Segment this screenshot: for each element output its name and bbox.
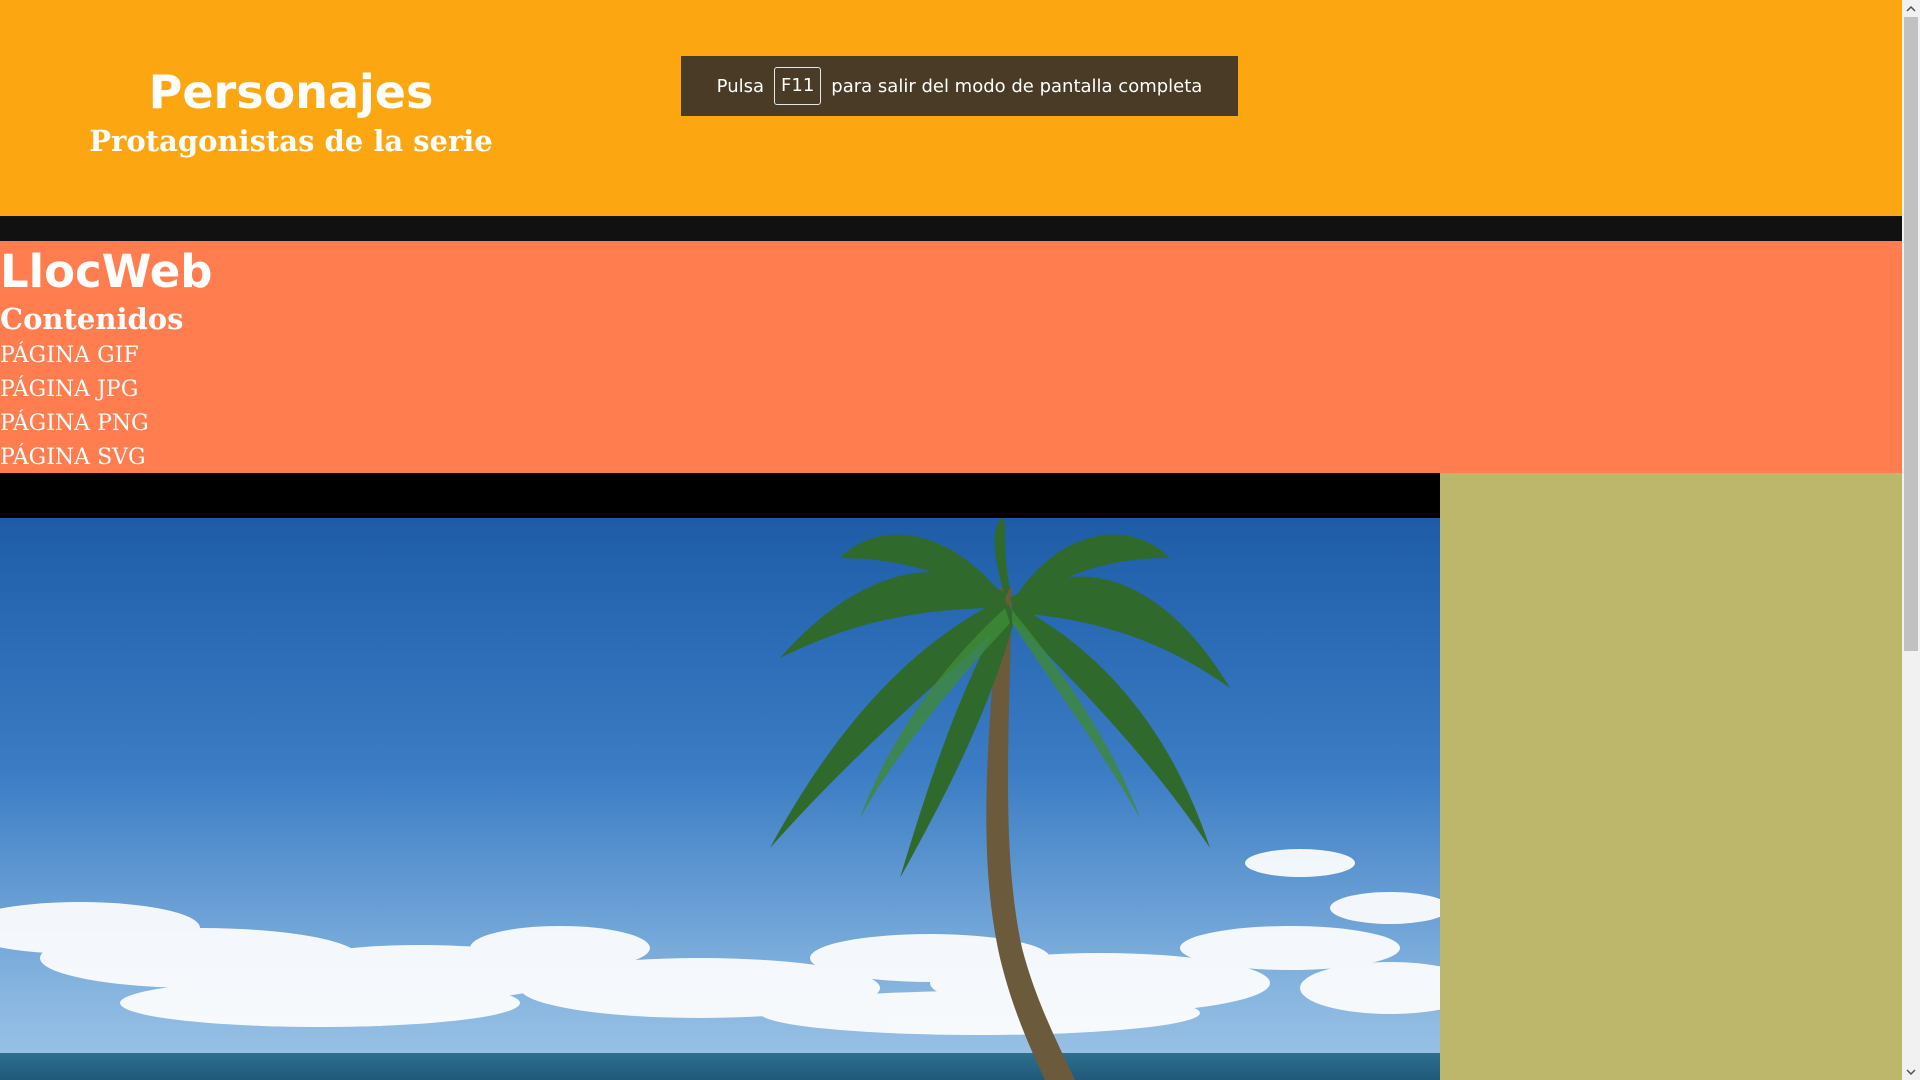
fullscreen-notice-suffix: para salir del modo de pantalla completa [831,75,1203,97]
chevron-up-icon [1906,5,1916,12]
chevron-down-icon [1906,1068,1916,1075]
nav-link-gif[interactable]: PÁGINA GIF [0,343,139,368]
page-title: Personajes [148,65,434,119]
sidebar-panel [1440,473,1902,1080]
scrollbar-thumb[interactable] [1904,17,1918,651]
nav-item: PÁGINA SVG [0,441,149,475]
page: Personajes Protagonistas de la serie Pul… [0,0,1920,1080]
nav-item: PÁGINA JPG [0,373,149,407]
scroll-down-button[interactable] [1902,1063,1920,1080]
page-subtitle: Protagonistas de la serie [89,124,493,158]
nav-link-svg[interactable]: PÁGINA SVG [0,445,146,470]
nav-link-jpg[interactable]: PÁGINA JPG [0,377,138,402]
nav-link-list: PÁGINA GIF PÁGINA JPG PÁGINA PNG PÁGINA … [0,339,149,475]
fullscreen-notice-prefix: Pulsa [716,75,765,97]
video-player[interactable] [0,473,1440,1080]
page-scrollbar[interactable] [1902,0,1920,1080]
scroll-up-button[interactable] [1902,0,1920,17]
header-divider-bar [0,216,1902,241]
site-brand: LlocWeb [0,245,213,298]
nav-item: PÁGINA GIF [0,339,149,373]
beach-palm-video-frame [0,518,1440,1080]
nav-item: PÁGINA PNG [0,407,149,441]
site-nav: LlocWeb Contenidos PÁGINA GIF PÁGINA JPG… [0,241,1902,473]
nav-link-png[interactable]: PÁGINA PNG [0,411,149,436]
fullscreen-exit-notice: Pulsa F11 para salir del modo de pantall… [681,56,1238,116]
page-header: Personajes Protagonistas de la serie Pul… [0,0,1902,216]
header-text: Personajes Protagonistas de la serie [0,62,582,160]
f11-key-badge: F11 [774,67,822,105]
contents-heading: Contenidos [0,302,184,336]
